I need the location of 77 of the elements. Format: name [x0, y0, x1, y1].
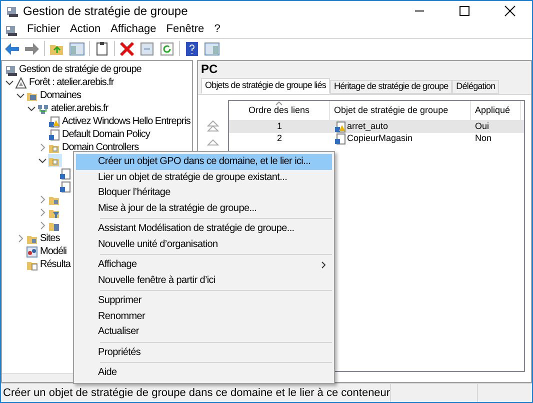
clipboard-icon[interactable] [94, 40, 110, 56]
tree-item[interactable]: Gestion de stratégie de groupe [19, 62, 142, 77]
console-icon [5, 64, 17, 76]
collapse-chevron-icon[interactable] [27, 105, 36, 112]
policy-icon [334, 121, 346, 133]
help-icon[interactable] [184, 40, 200, 56]
export-icon[interactable] [139, 40, 155, 56]
tree-item[interactable]: Default Domain Policy [62, 127, 150, 142]
pane-icon[interactable] [204, 40, 220, 56]
table-cell: Non [475, 133, 492, 144]
policy-icon [59, 168, 71, 180]
menu-item[interactable]: ? [214, 21, 220, 38]
menu-item[interactable]: Actualiser [76, 324, 332, 340]
table-row[interactable]: 1 arret_auto Oui [229, 121, 524, 133]
pane-icon[interactable] [69, 40, 85, 56]
pane-heading: PC [198, 61, 531, 76]
table-cell: Oui [475, 121, 490, 132]
column-header[interactable]: Appliqué [471, 101, 521, 120]
expand-chevron-icon[interactable] [39, 143, 46, 152]
tree-item[interactable]: Activez Windows Hello Entrepris [62, 114, 190, 129]
policy-icon [48, 128, 60, 140]
status-text: Créer un objet de stratégie de groupe dans ce domaine et le lier à ce conteneur [2, 386, 390, 401]
policy-icon [48, 116, 60, 128]
menu-item[interactable]: Lier un objet de stratégie de groupe existant... [76, 170, 332, 185]
tree-item[interactable]: Domaines [40, 88, 82, 103]
tree-item[interactable]: atelier.arebis.fr [51, 101, 108, 116]
collapse-chevron-icon[interactable] [16, 92, 25, 99]
move-up-icon[interactable] [207, 138, 219, 146]
menu-item[interactable]: Assistant Modélisation de stratégie de groupe... [76, 221, 332, 236]
forward-arrow-icon[interactable] [24, 40, 40, 56]
tree-item[interactable]: Sites [40, 231, 60, 246]
triangle-icon [15, 76, 27, 88]
back-arrow-icon[interactable] [4, 40, 20, 56]
menu-item[interactable]: Fenêtre [166, 21, 204, 38]
menu-item[interactable]: Mise à jour de la stratégie de groupe... [76, 200, 332, 216]
tree-item[interactable]: Forêt : atelier.arebis.fr [29, 75, 114, 90]
menu-item[interactable]: Action [70, 21, 101, 38]
tab[interactable]: Objets de stratégie de groupe liés [201, 78, 330, 94]
collapse-chevron-icon[interactable] [38, 157, 47, 164]
menu-item[interactable]: Fichier [27, 21, 60, 38]
column-header[interactable]: Ordre des liens [229, 101, 330, 120]
move-to-top-icon[interactable] [207, 120, 219, 132]
menu-item[interactable]: Propriétés [76, 344, 332, 360]
window-title: Gestion de stratégie de groupe [23, 3, 188, 20]
modeling-icon [26, 246, 38, 258]
refresh-icon[interactable] [159, 40, 175, 56]
expand-chevron-icon[interactable] [39, 208, 46, 217]
table-cell: 1 [276, 121, 282, 132]
tab[interactable]: Délégation [452, 80, 500, 94]
policy-icon [334, 133, 346, 145]
menu-item[interactable]: Renommer [76, 308, 332, 324]
table-cell: 2 [276, 133, 282, 144]
expand-chevron-icon[interactable] [39, 221, 46, 230]
menu-item[interactable]: Affichage [76, 257, 332, 272]
menu-item[interactable]: Créer un objet GPO dans ce domaine, et le lier ici... [76, 154, 332, 170]
expand-chevron-icon[interactable] [17, 234, 24, 243]
policy-icon [59, 180, 71, 192]
table-cell-text: arret_auto [347, 120, 388, 134]
network-icon [37, 102, 49, 114]
collapse-chevron-icon[interactable] [5, 79, 14, 86]
menu-item[interactable]: Nouvelle fenêtre à partir d’ici [76, 272, 332, 288]
menu-item[interactable]: Affichage [110, 21, 156, 38]
tab[interactable]: Héritage de stratégie de groupe [330, 80, 452, 94]
table-row[interactable]: 2 CopieurMagasin Non [229, 133, 524, 145]
column-header[interactable]: Objet de stratégie de groupe [330, 101, 471, 120]
tree-item[interactable]: Modéli [40, 244, 66, 259]
menu-item[interactable]: Bloquer l’héritage [76, 185, 332, 200]
tree-item[interactable]: Résulta [40, 257, 70, 272]
expand-chevron-icon[interactable] [39, 195, 46, 204]
tree-item[interactable]: Domain Controllers [62, 140, 139, 155]
table-cell-text: CopieurMagasin [347, 132, 413, 146]
menu-item[interactable]: Nouvelle unité d’organisation [76, 236, 332, 252]
menu-item[interactable]: Supprimer [76, 293, 332, 308]
delete-icon[interactable] [119, 40, 135, 56]
console-icon [5, 24, 17, 36]
console-icon [6, 5, 18, 17]
menu-item[interactable]: Aide [76, 365, 332, 380]
